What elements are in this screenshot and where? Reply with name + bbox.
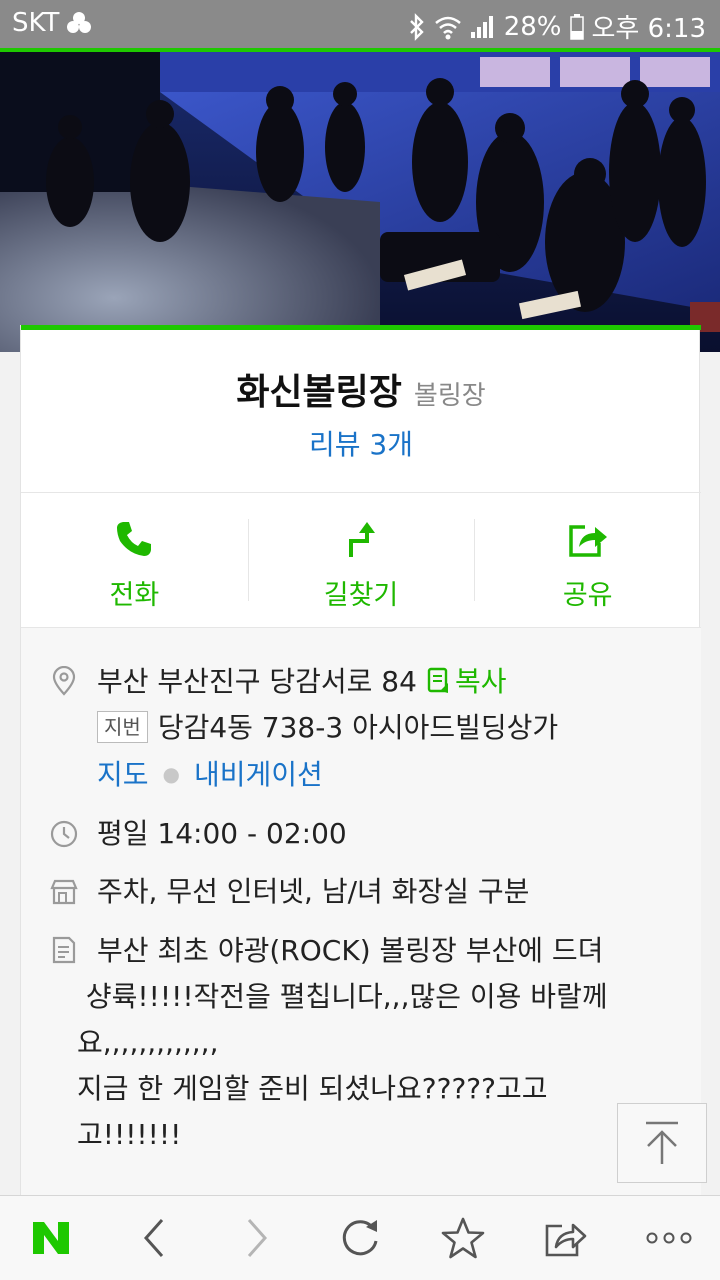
description-line: 지금 한 게임할 준비 되셨나요?????고고: [77, 1072, 548, 1105]
description-line: 샹륙!!!!!작전을 펼칩니다,,,많은 이용 바랄께: [77, 980, 608, 1013]
forward-icon: [248, 1219, 268, 1257]
phone-icon: [117, 522, 152, 556]
copy-label: 복사: [454, 665, 507, 698]
clock-icon: [50, 820, 78, 848]
place-card: 화신볼링장 볼링장 리뷰 3개 전화 길찾기 공유 부산 부산진구 당감서로 8…: [20, 325, 701, 1195]
copy-icon: [427, 667, 448, 693]
review-count-link[interactable]: 리뷰 3개: [21, 423, 701, 463]
business-hours: 평일 14:00 - 02:00: [97, 817, 347, 850]
store-icon: [50, 879, 78, 905]
status-bar: SKT 28% 오후 6:13: [0, 0, 720, 48]
refresh-button[interactable]: [309, 1196, 412, 1280]
home-button[interactable]: [0, 1196, 103, 1280]
action-bar: 전화 길찾기 공유: [21, 493, 701, 627]
separator-dot: ●: [162, 762, 180, 786]
navigation-link[interactable]: 내비게이션: [194, 758, 323, 791]
road-address: 부산 부산진구 당감서로 84: [97, 665, 417, 698]
card-accent-bar: [21, 325, 701, 330]
jibun-address: 당감4동 738-3 아시아드빌딩상가: [157, 711, 559, 744]
battery-percent: 28%: [503, 11, 562, 42]
facilities-text: 주차, 무선 인터넷, 남/녀 화장실 구분: [97, 875, 530, 908]
forward-button[interactable]: [206, 1196, 309, 1280]
back-button[interactable]: [103, 1196, 206, 1280]
browser-toolbar: [0, 1195, 720, 1280]
map-links: 지도 ● 내비게이션: [97, 752, 671, 797]
carrier-logo-icon: [67, 12, 91, 33]
map-link[interactable]: 지도: [97, 758, 149, 791]
document-icon: [52, 936, 76, 964]
signal-icon: [470, 15, 493, 38]
bookmark-button[interactable]: [411, 1196, 514, 1280]
scroll-to-top-button[interactable]: [617, 1103, 707, 1183]
description-line: 고!!!!!!!: [77, 1118, 182, 1151]
place-photo[interactable]: [0, 52, 720, 352]
copy-address-button[interactable]: 복사: [427, 665, 507, 698]
location-pin-icon: [52, 666, 76, 696]
description-line: 요,,,,,,,,,,,,,: [77, 1026, 219, 1059]
bluetooth-icon: [409, 12, 424, 41]
more-icon: [646, 1232, 692, 1244]
share-icon: [545, 1223, 587, 1257]
bowling-alley-photo: [0, 52, 720, 352]
directions-icon: [349, 522, 375, 557]
description-text: 부산 최초 야광(ROCK) 볼링장 부산에 드뎌 샹륙!!!!!작전을 펼칩니…: [77, 928, 671, 1158]
directions-label: 길찾기: [323, 580, 399, 611]
share-icon: [568, 525, 607, 557]
directions-button[interactable]: 길찾기: [247, 493, 475, 627]
description-line: 부산 최초 야광(ROCK) 볼링장 부산에 드뎌: [97, 934, 604, 967]
more-button[interactable]: [617, 1196, 720, 1280]
place-name: 화신볼링장: [236, 372, 402, 413]
wifi-icon: [434, 16, 461, 39]
address-block: 부산 부산진구 당감서로 84 복사 지번 당감4동 738-3 아시아드빌딩상가 …: [97, 660, 671, 797]
place-info: 부산 부산진구 당감서로 84 복사 지번 당감4동 738-3 아시아드빌딩상가 …: [21, 628, 701, 1195]
place-category: 볼링장: [413, 381, 486, 411]
call-label: 전화: [109, 580, 160, 611]
share-label: 공유: [562, 580, 613, 611]
share-page-button[interactable]: [514, 1196, 617, 1280]
clock: 오후 6:13: [591, 14, 707, 44]
title-row: 화신볼링장 볼링장: [21, 363, 701, 415]
naver-logo-icon: [33, 1222, 70, 1254]
refresh-icon: [342, 1220, 378, 1256]
star-icon: [441, 1217, 485, 1259]
arrow-up-icon: [646, 1121, 678, 1164]
carrier-label: SKT: [12, 8, 60, 38]
jibun-badge: 지번: [97, 711, 148, 743]
share-button[interactable]: 공유: [474, 493, 701, 627]
battery-icon: [569, 13, 584, 40]
back-icon: [144, 1219, 164, 1257]
call-button[interactable]: 전화: [21, 493, 248, 627]
